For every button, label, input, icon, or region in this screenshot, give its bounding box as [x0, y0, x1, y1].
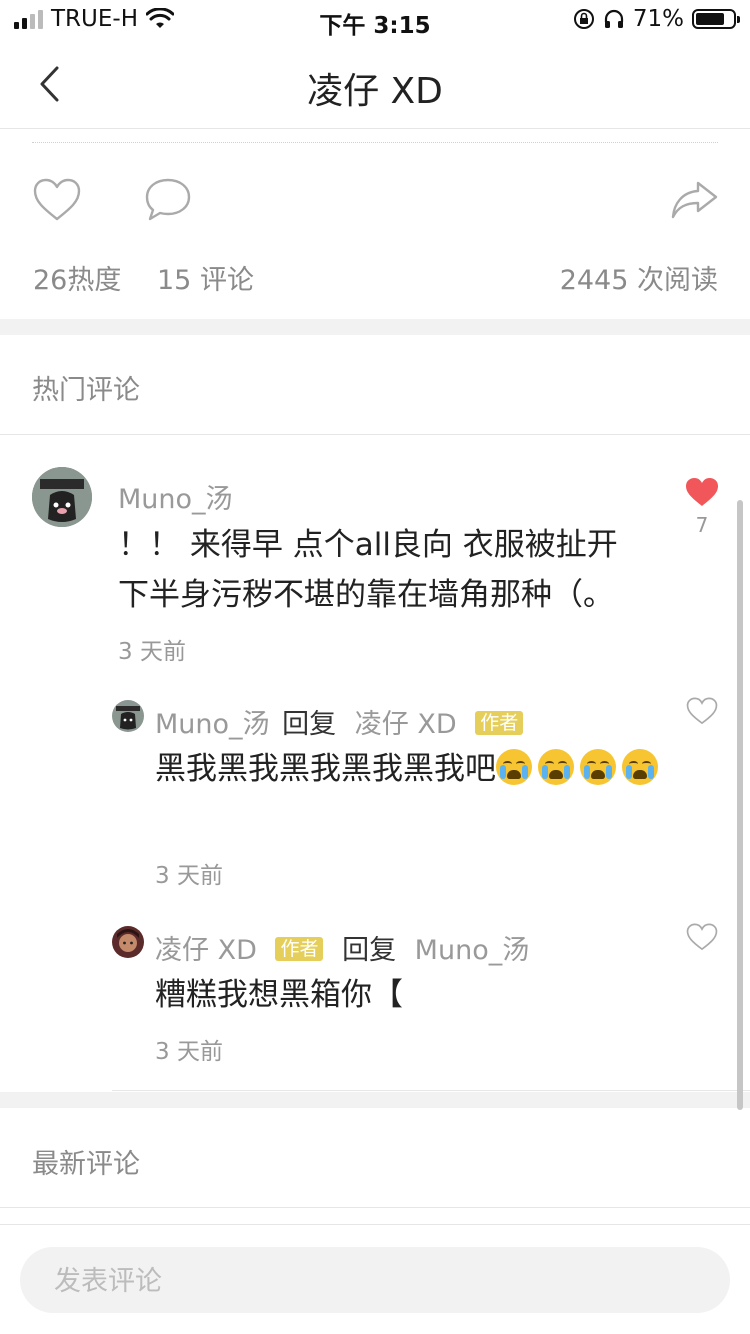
scrollbar[interactable] — [737, 500, 743, 1110]
page-title: 凌仔 XD — [307, 71, 443, 112]
comment-input-bar[interactable] — [20, 1247, 730, 1315]
read-count: 2445 次阅读 — [559, 265, 718, 296]
battery-percent: 71% — [632, 6, 684, 32]
hot-comments-title: 热门评论 — [32, 375, 140, 406]
reply-username[interactable]: 凌仔 XD — [155, 935, 257, 966]
status-bar: TRUE-H 下午 3:15 71% — [0, 0, 750, 40]
share-arrow-icon[interactable] — [670, 180, 718, 220]
reply-header: Muno_汤 回复 凌仔 XD 作者 — [155, 702, 529, 741]
reply-time: 3 天前 — [155, 863, 223, 889]
latest-comments-title: 最新评论 — [32, 1149, 140, 1180]
headphones-icon — [604, 9, 623, 28]
reply-text: 糟糕我想黑箱你【 — [155, 977, 403, 1013]
reply-word: 回复 — [282, 709, 337, 740]
navigation-bar: 凌仔 XD — [0, 40, 750, 129]
crying-face-emoji-icon — [496, 749, 532, 785]
divider — [112, 1090, 750, 1091]
rotation-lock-icon — [573, 9, 594, 29]
like-heart-icon[interactable] — [686, 697, 718, 725]
reply-username[interactable]: Muno_汤 — [155, 709, 270, 740]
section-gap — [0, 1092, 750, 1108]
comment-bubble-icon[interactable] — [144, 177, 192, 223]
divider — [32, 142, 718, 143]
reply-target-username[interactable]: Muno_汤 — [415, 935, 530, 966]
reply-word: 回复 — [342, 935, 397, 966]
liked-heart-icon[interactable] — [685, 477, 719, 507]
divider — [0, 1207, 750, 1208]
avatar[interactable] — [112, 926, 144, 958]
author-badge: 作者 — [275, 937, 324, 961]
comment-count[interactable]: 15 评论 — [157, 258, 254, 297]
comment-username[interactable]: Muno_汤 — [118, 477, 233, 516]
reply-text: 黑我黑我黑我黑我黑我吧 — [155, 744, 695, 794]
divider — [0, 1224, 750, 1225]
comment-text-line: 下半身污秽不堪的靠在墙角那种（。 — [118, 577, 614, 613]
divider — [0, 434, 750, 435]
crying-face-emoji-icon — [622, 749, 658, 785]
like-heart-icon[interactable] — [686, 923, 718, 951]
like-heart-icon[interactable] — [33, 178, 81, 222]
like-count: 7 — [695, 513, 709, 537]
heat-count: 26热度 — [33, 265, 122, 296]
reply-target-username[interactable]: 凌仔 XD — [355, 709, 457, 740]
reply-time: 3 天前 — [155, 1039, 223, 1065]
reply-header: 凌仔 XD 作者 回复 Muno_汤 — [155, 928, 529, 967]
comment-input[interactable] — [52, 1247, 716, 1315]
avatar[interactable] — [32, 467, 92, 527]
author-badge: 作者 — [475, 711, 524, 735]
comment-time: 3 天前 — [118, 639, 186, 665]
comment-text: ！！ 来得早 点个all良向 衣服被扯开 下半身污秽不堪的靠在墙角那种（。 — [118, 520, 698, 620]
battery-icon — [692, 9, 740, 29]
crying-face-emoji-icon — [538, 749, 574, 785]
comment-text-line: ！！ 来得早 点个all良向 衣服被扯开 — [118, 527, 618, 563]
section-gap — [0, 319, 750, 335]
avatar[interactable] — [112, 700, 144, 732]
reply-text-content: 黑我黑我黑我黑我黑我吧 — [155, 751, 496, 787]
crying-face-emoji-icon — [580, 749, 616, 785]
